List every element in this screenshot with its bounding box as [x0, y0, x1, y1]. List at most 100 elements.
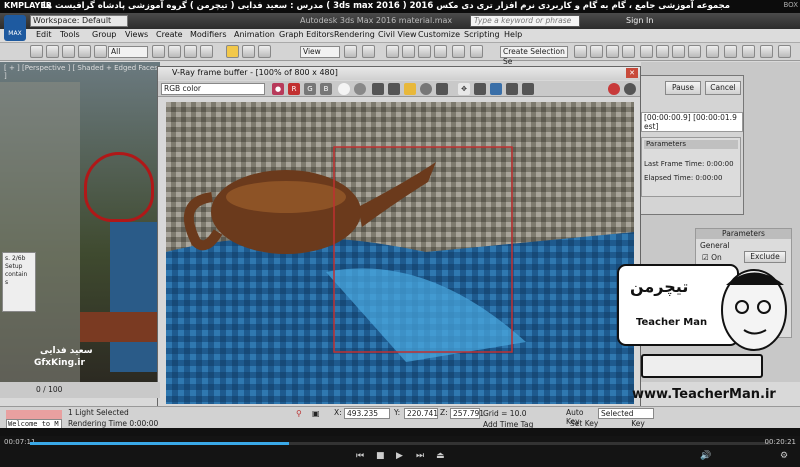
activeshade-icon[interactable] [760, 45, 773, 58]
render-setup-icon[interactable] [672, 45, 685, 58]
next-icon[interactable]: ⏭ [416, 451, 424, 461]
perspective-viewport[interactable]: [ + ] [Perspective ] [ Shaded + Edged Fa… [0, 62, 160, 382]
render-icon[interactable] [624, 83, 636, 95]
menu-create[interactable]: Create [156, 30, 183, 39]
history-icon[interactable] [522, 83, 534, 95]
menu-graph-editors[interactable]: Graph Editors [279, 30, 334, 39]
menu-modifiers[interactable]: Modifiers [190, 30, 227, 39]
menu-scripting[interactable]: Scripting [464, 30, 500, 39]
percent-snap-icon[interactable] [418, 45, 431, 58]
align-icon[interactable] [574, 45, 587, 58]
time-slider[interactable]: 0 / 100 [0, 382, 160, 398]
schematic-view-icon[interactable] [640, 45, 653, 58]
region-render-icon[interactable] [474, 83, 486, 95]
maxscript-listener-bar[interactable] [6, 410, 62, 419]
rendered-frame-window-icon[interactable] [688, 45, 701, 58]
select-by-name-icon[interactable] [168, 45, 181, 58]
redo-icon[interactable] [46, 45, 59, 58]
app-menu-button[interactable]: MAX [4, 15, 26, 41]
clear-image-icon[interactable] [420, 83, 432, 95]
mirror-icon[interactable] [470, 45, 483, 58]
z-coordinate-field[interactable]: 257.791 [450, 408, 484, 419]
pause-button[interactable]: Pause [665, 81, 701, 95]
render-teapot-icon[interactable] [724, 45, 737, 58]
settings-icon[interactable]: ⚙ [780, 451, 788, 461]
auto-key-button[interactable]: Auto Key [566, 408, 596, 426]
undo-icon[interactable] [30, 45, 43, 58]
lens-effects-icon[interactable] [506, 83, 518, 95]
select-manipulate-icon[interactable] [362, 45, 375, 58]
pivot-icon[interactable] [344, 45, 357, 58]
scale-icon[interactable] [258, 45, 271, 58]
eject-icon[interactable]: ⏏ [436, 451, 445, 461]
alpha-channel-icon[interactable] [338, 83, 350, 95]
folder-icon[interactable] [404, 83, 416, 95]
selection-filter-dropdown[interactable]: All [108, 46, 148, 58]
link-icon[interactable] [62, 45, 75, 58]
save-image-icon[interactable] [372, 83, 384, 95]
play-icon[interactable]: ▶ [396, 451, 403, 461]
menu-views[interactable]: Views [125, 30, 148, 39]
color-swatch-icon[interactable]: ● [272, 83, 284, 95]
green-channel-button[interactable]: G [304, 83, 316, 95]
rotate-icon[interactable] [242, 45, 255, 58]
snap-toggle-icon[interactable] [386, 45, 399, 58]
menu-edit[interactable]: Edit [36, 30, 52, 39]
menu-civil-view[interactable]: Civil View [378, 30, 417, 39]
reference-coord-dropdown[interactable]: View [300, 46, 340, 58]
layer-explorer-icon[interactable] [590, 45, 603, 58]
spinner-snap-icon[interactable] [434, 45, 447, 58]
player-corner-label[interactable]: BOX [783, 1, 798, 9]
lock-selection-icon[interactable]: ⚲ [296, 409, 302, 418]
duplicate-to-max-icon[interactable] [436, 83, 448, 95]
menu-group[interactable]: Group [92, 30, 116, 39]
search-input[interactable]: Type a keyword or phrase [470, 15, 580, 27]
workspace-dropdown[interactable]: Workspace: Default [30, 15, 128, 27]
key-mode-dropdown[interactable]: Selected [598, 408, 654, 419]
rendered-image[interactable] [166, 102, 634, 404]
red-channel-button[interactable]: R [288, 83, 300, 95]
menu-customize[interactable]: Customize [418, 30, 460, 39]
seek-bar[interactable] [30, 442, 770, 445]
move-icon[interactable] [226, 45, 239, 58]
material-editor-icon[interactable] [656, 45, 669, 58]
rect-selection-icon[interactable] [184, 45, 197, 58]
menu-tools[interactable]: Tools [60, 30, 80, 39]
rollout-header[interactable]: Parameters [696, 229, 791, 239]
unlink-icon[interactable] [78, 45, 91, 58]
render-preview [166, 102, 634, 404]
curve-editor-icon[interactable] [622, 45, 635, 58]
track-mouse-icon[interactable]: ✥ [458, 83, 470, 95]
named-selection-set-dropdown[interactable]: Create Selection Se [500, 46, 568, 66]
set-key-button[interactable]: Set Key [570, 419, 598, 428]
edit-named-selection-icon[interactable] [452, 45, 465, 58]
course-title: مجموعه آموزشی جامع ، گام به گام و کاربرد… [42, 1, 730, 11]
y-coordinate-field[interactable]: 220.741 [404, 408, 438, 419]
blue-channel-button[interactable]: B [320, 83, 332, 95]
load-image-icon[interactable] [388, 83, 400, 95]
select-object-icon[interactable] [152, 45, 165, 58]
viewport-label[interactable]: [ + ] [Perspective ] [ Shaded + Edged Fa… [4, 64, 160, 80]
sign-in-link[interactable]: Sign In [626, 16, 653, 25]
cancel-button[interactable]: Cancel [705, 81, 741, 95]
channel-dropdown[interactable]: RGB color [161, 83, 265, 95]
bind-spacewarp-icon[interactable] [94, 45, 107, 58]
window-crossing-icon[interactable] [200, 45, 213, 58]
angle-snap-icon[interactable] [402, 45, 415, 58]
render-iterative-icon[interactable] [742, 45, 755, 58]
mono-mode-icon[interactable] [354, 83, 366, 95]
stop-render-icon[interactable] [608, 83, 620, 95]
render-last-icon[interactable] [490, 83, 502, 95]
absolute-mode-icon[interactable]: ▣ [312, 409, 320, 418]
stop-icon[interactable]: ■ [376, 451, 385, 461]
volume-icon[interactable]: 🔊 [700, 451, 711, 461]
menu-rendering[interactable]: Rendering [334, 30, 375, 39]
previous-icon[interactable]: ⏮ [356, 451, 364, 461]
ribbon-icon[interactable] [606, 45, 619, 58]
menu-animation[interactable]: Animation [234, 30, 275, 39]
close-icon[interactable]: ✕ [626, 68, 638, 78]
x-coordinate-field[interactable]: 493.235 [344, 408, 390, 419]
render-in-cloud-icon[interactable] [778, 45, 791, 58]
render-production-icon[interactable] [706, 45, 719, 58]
menu-help[interactable]: Help [504, 30, 522, 39]
